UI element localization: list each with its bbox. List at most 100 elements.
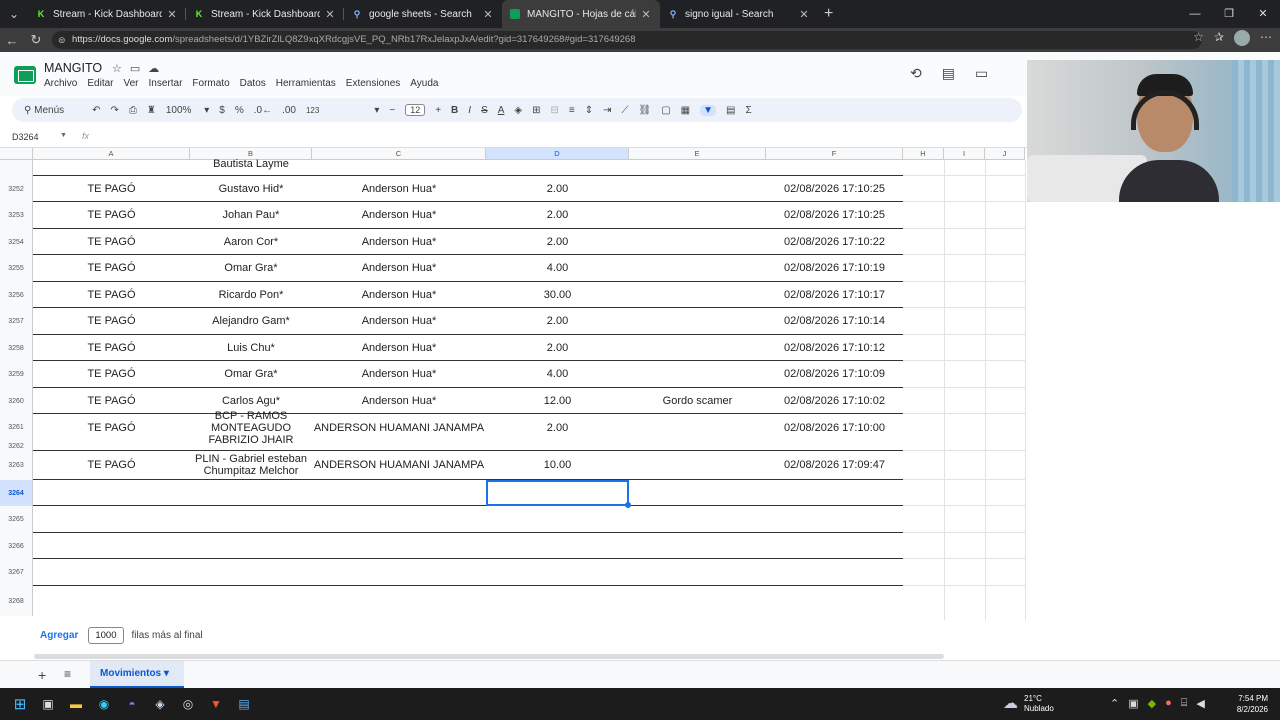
sheets-logo-icon[interactable] xyxy=(14,66,36,84)
strikethrough-button[interactable]: S xyxy=(481,105,488,116)
cell-c[interactable]: Anderson Hua* xyxy=(312,282,486,307)
cell-e[interactable]: Gordo scamer xyxy=(629,388,766,413)
table-row-empty[interactable] xyxy=(33,480,903,506)
filter-views-icon[interactable]: ▤ xyxy=(726,105,735,116)
filter-icon[interactable]: ▼ xyxy=(700,104,717,116)
cell-e[interactable] xyxy=(629,335,766,360)
row-header[interactable]: 3256 xyxy=(0,282,33,308)
profile-avatar[interactable] xyxy=(1234,30,1250,46)
insert-chart-icon[interactable]: ▦ xyxy=(681,105,690,116)
cell-a[interactable]: TE PAGÓ xyxy=(33,229,190,254)
name-box[interactable]: D3264 xyxy=(12,132,39,142)
cell-b[interactable]: Luis Chu* xyxy=(190,335,312,360)
cell-c[interactable]: Anderson Hua* xyxy=(312,176,486,201)
more-menu-icon[interactable]: ⋯ xyxy=(1260,30,1272,46)
cell-f[interactable]: 02/08/2026 17:10:14 xyxy=(766,308,903,334)
cell-f[interactable]: 02/08/2026 17:10:25 xyxy=(766,202,903,228)
row-header-selected[interactable]: 3264 xyxy=(0,480,33,506)
table-row-hidden[interactable] xyxy=(33,441,903,451)
cell-f[interactable]: 02/08/2026 17:10:00 xyxy=(766,414,903,441)
align-horizontal-icon[interactable]: ≡ xyxy=(569,105,575,116)
table-row-empty[interactable] xyxy=(33,506,903,533)
cell-a[interactable]: TE PAGÓ xyxy=(33,414,190,441)
menu-archivo[interactable]: Archivo xyxy=(44,78,77,89)
row-header[interactable]: 3258 xyxy=(0,335,33,361)
row-header[interactable]: 3254 xyxy=(0,229,33,255)
tray-overflow-icon[interactable]: ⌃ xyxy=(1110,697,1119,710)
increase-decimal-button[interactable]: .00 xyxy=(282,105,296,116)
undo-icon[interactable]: ↶ xyxy=(92,105,100,116)
borders-icon[interactable]: ⊞ xyxy=(532,105,540,116)
cell-e[interactable] xyxy=(629,229,766,254)
add-sheet-icon[interactable]: + xyxy=(38,667,46,683)
menu-herramientas[interactable]: Herramientas xyxy=(276,78,336,89)
cell-d[interactable]: 2.00 xyxy=(486,176,629,201)
taskbar-clock[interactable]: 7:54 PM 8/2/2026 xyxy=(1237,693,1268,715)
browser-tab[interactable]: ⚲ google sheets - Search ✕ xyxy=(344,0,502,28)
browser-tab[interactable]: K Stream - Kick Dashboard ✕ xyxy=(186,0,344,28)
row-header[interactable]: 3267 xyxy=(0,559,33,586)
functions-icon[interactable]: Σ xyxy=(745,105,751,116)
cell-c[interactable]: Anderson Hua* xyxy=(312,229,486,254)
new-tab-button[interactable]: + xyxy=(824,5,833,23)
table-row[interactable]: TE PAGÓ Luis Chu* Anderson Hua* 2.00 02/… xyxy=(33,335,903,361)
font-size-increase-icon[interactable]: + xyxy=(435,105,441,116)
row-header[interactable]: 3253 xyxy=(0,202,33,229)
row-header[interactable]: 3260 xyxy=(0,388,33,414)
cell-d[interactable]: 2.00 xyxy=(486,308,629,334)
version-history-icon[interactable]: ⟲ xyxy=(910,65,922,82)
browser-tab[interactable]: K Stream - Kick Dashboard ✕ xyxy=(28,0,186,28)
table-row[interactable]: TE PAGÓ Omar Gra* Anderson Hua* 4.00 02/… xyxy=(33,255,903,282)
decrease-decimal-button[interactable]: .0← xyxy=(254,105,272,116)
column-header-i[interactable]: I xyxy=(944,148,985,160)
cell-e[interactable] xyxy=(629,451,766,479)
site-info-icon[interactable]: ⊜ xyxy=(58,31,66,49)
cell-f[interactable]: 02/08/2026 17:10:02 xyxy=(766,388,903,413)
row-header[interactable]: 3261 xyxy=(0,414,33,441)
row-header[interactable]: 3266 xyxy=(0,533,33,559)
cell-f[interactable]: 02/08/2026 17:10:17 xyxy=(766,282,903,307)
cell-d[interactable]: 2.00 xyxy=(486,414,629,441)
cell-a[interactable]: TE PAGÓ xyxy=(33,335,190,360)
font-family-select[interactable]: ▾ xyxy=(329,105,379,116)
cell-e[interactable] xyxy=(629,255,766,281)
windows-start-icon[interactable]: ⊞ xyxy=(10,694,30,714)
column-header-j[interactable]: J xyxy=(985,148,1025,160)
comments-icon[interactable]: ▤ xyxy=(942,65,955,82)
cell-b[interactable]: Johan Pau* xyxy=(190,202,312,228)
add-rows-count-input[interactable]: 1000 xyxy=(88,627,124,644)
browser-tab-active[interactable]: MANGITO - Hojas de cálculo de Go ✕ xyxy=(502,0,660,28)
horizontal-scrollbar[interactable] xyxy=(34,654,944,659)
table-row[interactable]: TE PAGÓ Aaron Cor* Anderson Hua* 2.00 02… xyxy=(33,229,903,255)
column-header-f[interactable]: F xyxy=(766,148,903,160)
name-box-dropdown-icon[interactable]: ▼ xyxy=(60,132,67,139)
menu-insertar[interactable]: Insertar xyxy=(149,78,183,89)
row-header[interactable]: 3259 xyxy=(0,361,33,388)
cell-d[interactable]: 12.00 xyxy=(486,388,629,413)
cell-c[interactable]: Anderson Hua* xyxy=(312,308,486,334)
row-header[interactable]: 3255 xyxy=(0,255,33,282)
cell-b[interactable]: Omar Gra* xyxy=(190,361,312,387)
tray-app-icon[interactable]: ▣ xyxy=(1128,697,1138,710)
add-rows-button[interactable]: Agregar xyxy=(40,630,78,641)
fill-color-icon[interactable]: ◈ xyxy=(514,105,522,116)
menu-extensiones[interactable]: Extensiones xyxy=(346,78,400,89)
cell-c[interactable]: Anderson Hua* xyxy=(312,361,486,387)
cell-e[interactable] xyxy=(629,308,766,334)
url-field[interactable]: ⊜ https://docs.google.com/spreadsheets/d… xyxy=(52,31,1202,49)
cell-a[interactable]: TE PAGÓ xyxy=(33,451,190,479)
merge-cells-icon[interactable]: ⊟ xyxy=(551,105,559,116)
cell-d[interactable]: 4.00 xyxy=(486,255,629,281)
zoom-select[interactable]: 100% ▾ xyxy=(166,105,209,116)
text-color-button[interactable]: A xyxy=(498,105,505,116)
cell-f[interactable]: 02/08/2026 17:10:12 xyxy=(766,335,903,360)
tab-search-icon[interactable]: ⌄ xyxy=(0,0,28,28)
reload-icon[interactable]: ↻ xyxy=(24,32,48,48)
cell-b[interactable]: Aaron Cor* xyxy=(190,229,312,254)
cloud-status-icon[interactable]: ☁ xyxy=(148,62,159,75)
cell-a[interactable]: TE PAGÓ xyxy=(33,282,190,307)
close-tab-icon[interactable]: ✕ xyxy=(324,8,336,21)
meet-icon[interactable]: ▭ xyxy=(975,65,988,82)
table-row-empty[interactable] xyxy=(33,533,903,559)
steam-icon[interactable]: ◈ xyxy=(150,694,170,714)
